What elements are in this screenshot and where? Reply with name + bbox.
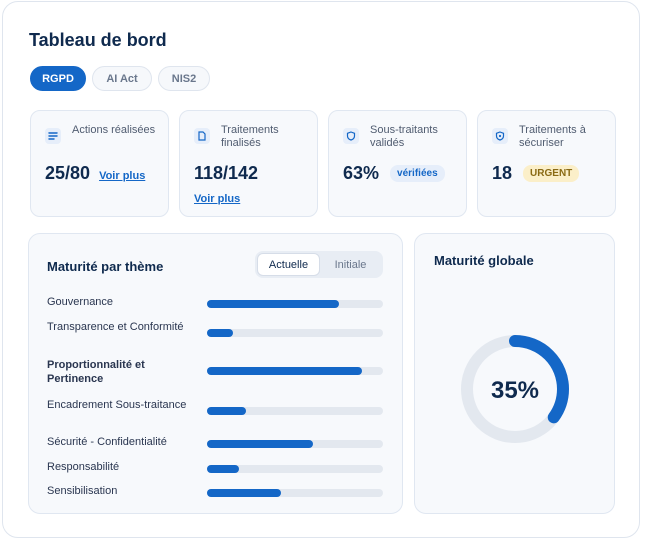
tab-ai-act[interactable]: AI Act — [92, 66, 152, 91]
progress-fill — [207, 440, 313, 448]
status-badge: vérifiées — [390, 165, 445, 182]
list-icon — [45, 128, 61, 144]
donut-chart: 35% — [461, 335, 569, 443]
maturity-row-label: Encadrement Sous-traitance — [47, 399, 187, 411]
kpi-label: Sous-traitants validés — [370, 124, 438, 149]
framework-tabs: RGPD AI Act NIS2 — [30, 66, 210, 91]
document-icon — [194, 128, 210, 144]
progress-fill — [207, 300, 339, 308]
progress-track — [207, 489, 383, 497]
progress-fill — [207, 489, 281, 497]
kpi-value-text: 63% — [343, 163, 380, 183]
maturity-global-card: Maturité globale 35% — [414, 233, 615, 514]
dashboard-panel: Tableau de bord RGPD AI Act NIS2 Actions… — [2, 1, 640, 538]
kpi-value-text: 25/80 — [45, 163, 91, 183]
maturity-row-label: Sécurité - Confidentialité — [47, 436, 167, 448]
progress-track — [207, 440, 383, 448]
toggle-initiale[interactable]: Initiale — [320, 253, 381, 276]
progress-track — [207, 329, 383, 337]
progress-track — [207, 465, 383, 473]
kpi-label: Traitements à sécuriser — [519, 124, 586, 149]
maturity-row-label: Proportionnalité et Pertinence — [47, 359, 145, 385]
toggle-actuelle[interactable]: Actuelle — [257, 253, 320, 276]
progress-track — [207, 407, 383, 415]
urgent-badge: URGENT — [523, 165, 580, 182]
kpi-value: 63% vérifiées — [343, 163, 445, 184]
kpi-sous-traitants: Sous-traitants validés 63% vérifiées — [328, 110, 467, 217]
kpi-actions: Actions réalisées 25/80 Voir plus — [30, 110, 169, 217]
kpi-label: Actions réalisées — [72, 124, 156, 136]
maturity-toggle: Actuelle Initiale — [255, 251, 383, 278]
voir-plus-link[interactable]: Voir plus — [194, 193, 240, 205]
kpi-value-text: 18 — [492, 163, 513, 183]
maturity-row-label: Gouvernance — [47, 296, 114, 308]
voir-plus-link[interactable]: Voir plus — [99, 170, 145, 182]
progress-fill — [207, 407, 246, 415]
maturity-row-label: Transparence et Conformité — [47, 321, 184, 333]
kpi-value: 18 URGENT — [492, 163, 580, 184]
page-title: Tableau de bord — [29, 30, 167, 50]
progress-fill — [207, 367, 362, 375]
progress-track — [207, 300, 383, 308]
maturity-row-label: Responsabilité — [47, 461, 120, 473]
kpi-label: Traitements finalisés — [221, 124, 279, 149]
progress-track — [207, 367, 383, 375]
shield-lock-icon — [492, 128, 508, 144]
shield-icon — [343, 128, 359, 144]
kpi-row: Actions réalisées 25/80 Voir plus Traite… — [30, 110, 616, 217]
donut-value: 35% — [491, 377, 539, 404]
progress-fill — [207, 465, 239, 473]
kpi-value: 25/80 Voir plus — [45, 163, 145, 184]
card-title: Maturité par thème — [47, 259, 164, 274]
kpi-value: 118/142 — [194, 163, 259, 183]
kpi-a-securiser: Traitements à sécuriser 18 URGENT — [477, 110, 616, 217]
kpi-traitements: Traitements finalisés 118/142 Voir plus — [179, 110, 318, 217]
maturity-row-label: Sensibilisation — [47, 485, 118, 497]
progress-fill — [207, 329, 234, 337]
tab-nis2[interactable]: NIS2 — [158, 66, 210, 91]
maturity-theme-card: Maturité par thème Actuelle Initiale Gou… — [28, 233, 403, 514]
tab-rgpd[interactable]: RGPD — [30, 66, 86, 91]
